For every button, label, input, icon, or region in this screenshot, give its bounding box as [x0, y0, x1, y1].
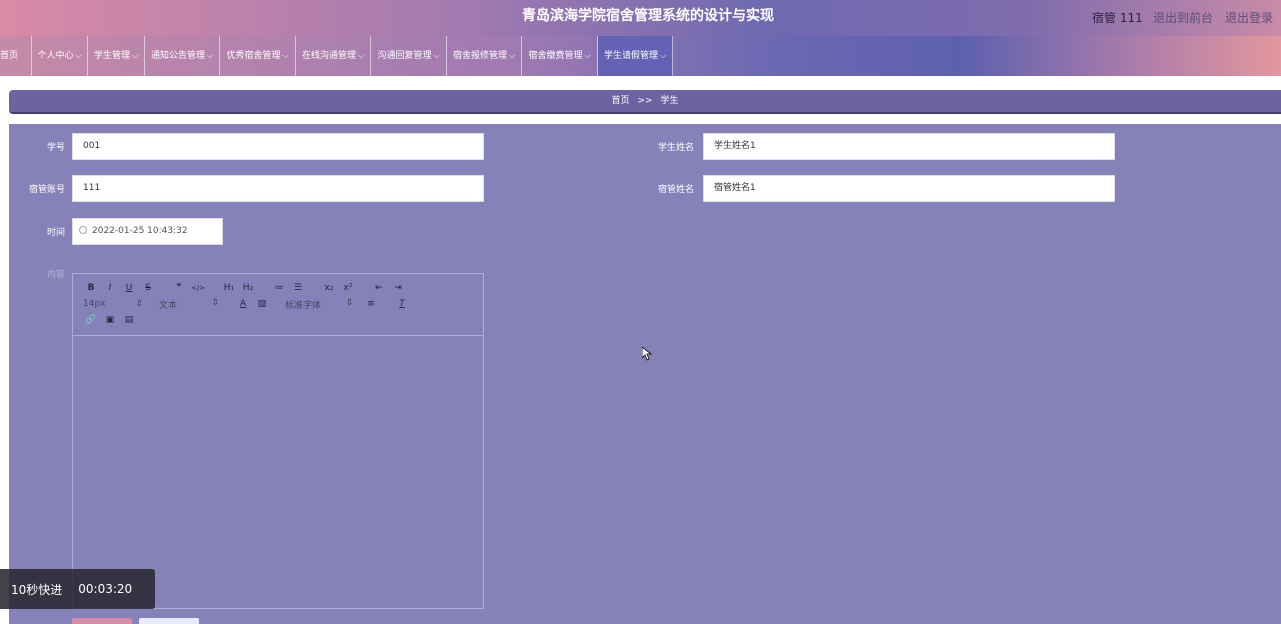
app-header: 青岛滨海学院宿舍管理系统的设计与实现 宿管 111 退出到前台 退出登录 [0, 0, 1281, 36]
chevron-down-icon: ⌵ [433, 51, 440, 60]
content-label: 内容 [46, 270, 65, 280]
chevron-down-icon: ⌵ [357, 51, 365, 60]
font-family-value: 标准字体 [285, 300, 322, 311]
underline-icon[interactable]: U [121, 283, 137, 293]
nav-item-payments[interactable]: 宿舍缴费管理 ⌵ [522, 36, 598, 76]
fast-forward-button[interactable]: 10秒快进 [11, 581, 62, 598]
current-user: 宿管 111 [1092, 11, 1143, 25]
code-block-icon[interactable]: </> [190, 284, 206, 292]
submit-button[interactable] [72, 618, 132, 624]
nav-item-label: 宿舍缴费管理 [528, 51, 583, 61]
cancel-button[interactable] [139, 618, 199, 624]
clock-icon [79, 226, 87, 234]
nav-item-label: 通知公告管理 [150, 51, 205, 61]
breadcrumb: 首页 >> 学生 [9, 90, 1281, 114]
nav-item-repairs[interactable]: 宿舍报修管理 ⌵ [447, 36, 522, 76]
nav-item-label: 个人中心 [37, 51, 74, 61]
form-panel: 学号 001 学生姓名 学生姓名1 宿管账号 111 宿管姓名 宿管姓名1 时间… [9, 124, 1281, 624]
student-id-label: 学号 [46, 143, 65, 153]
select-arrows-icon: ⇕ [135, 299, 143, 309]
select-arrows-icon: ⇕ [345, 297, 353, 308]
chevron-down-icon: ⌵ [206, 51, 214, 60]
nav-item-label: 宿舍报修管理 [452, 51, 507, 61]
nav-item-home[interactable]: 首页 [0, 36, 32, 76]
nav-item-label: 学生管理 [93, 51, 130, 61]
dorm-account-input[interactable]: 111 [72, 175, 484, 202]
nav-item-profile[interactable]: 个人中心 ⌵ [32, 36, 88, 76]
editor-toolbar: B I U S ❞ </> H₁ H₂ ≔ ☰ x₂ x² ⇤ ⇥ 14px ⇕… [73, 274, 483, 336]
student-id-input[interactable]: 001 [72, 133, 484, 160]
ordered-list-icon[interactable]: ≔ [271, 283, 287, 293]
video-icon[interactable]: ▤ [121, 315, 137, 325]
font-family-select[interactable]: 标准字体 ⇕ [285, 298, 353, 311]
nav-item-students[interactable]: 学生管理 ⌵ [88, 36, 145, 76]
chevron-down-icon: ⌵ [508, 51, 516, 60]
align-icon[interactable]: ≡ [363, 299, 379, 309]
outdent-icon[interactable]: ⇤ [371, 283, 387, 293]
bold-icon[interactable]: B [83, 283, 99, 293]
superscript-icon[interactable]: x² [340, 283, 356, 293]
nav-item-online-chat[interactable]: 在线沟通管理 ⌵ [296, 36, 371, 76]
time-picker[interactable]: 2022-01-25 10:43:32 [72, 218, 223, 245]
video-player-overlay: 10秒快进 00:03:20 [0, 569, 155, 609]
dorm-name-input[interactable]: 宿管姓名1 [703, 175, 1115, 202]
editor-content-area[interactable] [73, 336, 483, 608]
nav-item-label: 学生请假管理 [603, 51, 658, 61]
background-color-icon[interactable]: ▧ [254, 299, 270, 309]
nav-item-label: 沟通回复管理 [377, 51, 432, 61]
strikethrough-icon[interactable]: S [140, 283, 156, 293]
app-title: 青岛滨海学院宿舍管理系统的设计与实现 [522, 8, 774, 24]
student-name-input[interactable]: 学生姓名1 [703, 133, 1115, 160]
nav-item-label: 优秀宿舍管理 [226, 51, 281, 61]
link-icon[interactable]: 🔗 [83, 315, 99, 325]
nav-item-leave-requests[interactable]: 学生请假管理 ⌵ [598, 36, 673, 76]
logout-link[interactable]: 退出登录 [1225, 9, 1273, 26]
back-to-front-link[interactable]: 退出到前台 [1153, 9, 1213, 26]
chevron-down-icon: ⌵ [282, 51, 289, 60]
chevron-down-icon: ⌵ [584, 51, 591, 60]
nav-item-label: 首页 [0, 51, 19, 61]
nav-item-notices[interactable]: 通知公告管理 ⌵ [145, 36, 220, 76]
student-name-label: 学生姓名 [657, 143, 694, 153]
indent-icon[interactable]: ⇥ [390, 283, 406, 293]
playback-time: 00:03:20 [78, 582, 133, 596]
heading2-icon[interactable]: H₂ [240, 283, 256, 293]
chevron-down-icon: ⌵ [659, 51, 667, 60]
heading1-icon[interactable]: H₁ [221, 283, 237, 293]
font-size-select[interactable]: 14px ⇕ [83, 299, 143, 309]
breadcrumb-separator: >> [637, 96, 653, 106]
nav-item-excellent-dorms[interactable]: 优秀宿舍管理 ⌵ [220, 36, 296, 76]
rich-text-editor: B I U S ❞ </> H₁ H₂ ≔ ☰ x₂ x² ⇤ ⇥ 14px ⇕… [72, 273, 484, 609]
breadcrumb-current: 学生 [660, 96, 679, 106]
bullet-list-icon[interactable]: ☰ [290, 283, 306, 293]
clear-format-icon[interactable]: T [394, 299, 410, 309]
font-color-icon[interactable]: A [235, 299, 251, 309]
dorm-name-label: 宿管姓名 [657, 185, 694, 195]
nav-item-chat-replies[interactable]: 沟通回复管理 ⌵ [371, 36, 447, 76]
text-style-select[interactable]: 文本 ⇕ [159, 298, 219, 311]
chevron-down-icon: ⌵ [131, 51, 139, 60]
image-icon[interactable]: ▣ [102, 315, 118, 325]
time-label: 时间 [46, 228, 65, 238]
time-value: 2022-01-25 10:43:32 [92, 226, 188, 236]
breadcrumb-home[interactable]: 首页 [611, 96, 629, 106]
text-style-value: 文本 [159, 300, 178, 311]
select-arrows-icon: ⇕ [211, 297, 219, 308]
font-size-value: 14px [83, 299, 106, 309]
nav-item-label: 在线沟通管理 [301, 51, 356, 61]
main-nav: 首页 个人中心 ⌵ 学生管理 ⌵ 通知公告管理 ⌵ 优秀宿舍管理 ⌵ 在线沟通管理 ⌵ 沟… [0, 36, 1281, 76]
blockquote-icon[interactable]: ❞ [171, 283, 187, 293]
dorm-account-label: 宿管账号 [28, 185, 65, 195]
italic-icon[interactable]: I [102, 283, 118, 293]
subscript-icon[interactable]: x₂ [321, 283, 337, 293]
chevron-down-icon: ⌵ [75, 51, 82, 60]
mouse-cursor-icon [642, 347, 652, 361]
